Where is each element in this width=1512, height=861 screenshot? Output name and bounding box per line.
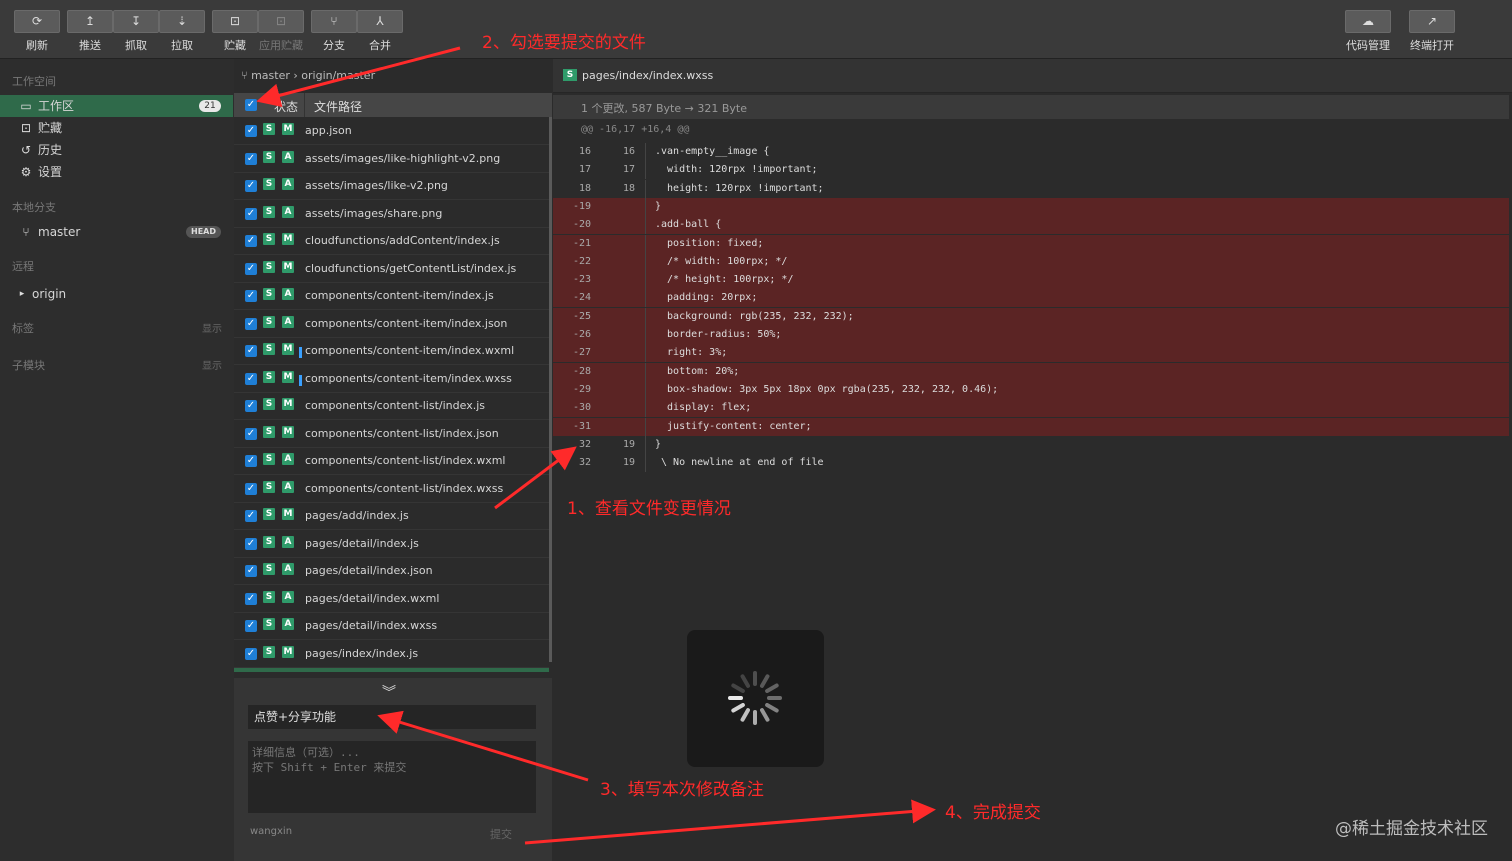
annotation-arrows: [256, 46, 936, 845]
watermark: @稀土掘金技术社区: [1335, 819, 1488, 839]
annotation-4: 4、完成提交: [945, 803, 1041, 823]
annotation-1: 1、查看文件变更情况: [567, 499, 731, 519]
annotation-2: 2、勾选要提交的文件: [482, 33, 646, 53]
arrow-2: [256, 46, 461, 108]
annotation-3: 3、填写本次修改备注: [600, 780, 764, 800]
arrow-3: [377, 710, 589, 782]
arrow-1: [494, 446, 577, 510]
arrow-4: [524, 799, 936, 845]
